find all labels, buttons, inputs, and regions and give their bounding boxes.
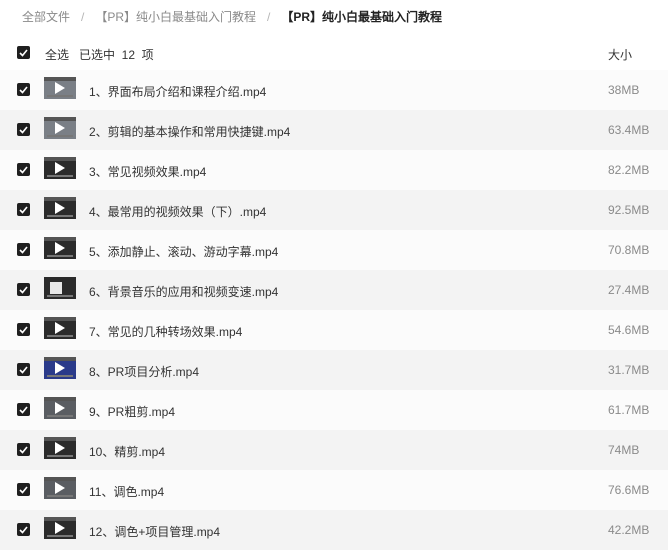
file-row[interactable]: 4、最常用的视频效果（下）.mp4 92.5MB: [0, 190, 668, 230]
file-size: 27.4MB: [608, 283, 650, 297]
row-checkbox[interactable]: [17, 363, 30, 376]
file-row[interactable]: 1、界面布局介绍和课程介绍.mp4 38MB: [0, 70, 668, 110]
checkmark-icon: [19, 405, 28, 414]
row-checkbox[interactable]: [17, 243, 30, 256]
video-thumbnail-icon: [44, 117, 76, 139]
checkmark-icon: [19, 165, 28, 174]
checkmark-icon: [19, 245, 28, 254]
file-row[interactable]: 3、常见视频效果.mp4 82.2MB: [0, 150, 668, 190]
breadcrumb-item-current-folder: 【PR】纯小白最基础入门教程: [281, 10, 443, 24]
video-thumbnail-icon: [44, 397, 76, 419]
file-row[interactable]: 10、精剪.mp4 74MB: [0, 430, 668, 470]
file-size: 38MB: [608, 83, 640, 97]
file-name[interactable]: 8、PR项目分析.mp4: [89, 363, 199, 380]
select-all-checkbox[interactable]: [17, 46, 30, 59]
checkmark-icon: [19, 445, 28, 454]
file-size: 70.8MB: [608, 243, 650, 257]
row-checkbox[interactable]: [17, 403, 30, 416]
video-thumbnail-icon: [44, 517, 76, 539]
file-name[interactable]: 2、剪辑的基本操作和常用快捷键.mp4: [89, 123, 290, 140]
file-size: 42.2MB: [608, 523, 650, 537]
file-size: 54.6MB: [608, 323, 650, 337]
file-name[interactable]: 10、精剪.mp4: [89, 443, 165, 460]
row-checkbox[interactable]: [17, 483, 30, 496]
file-name[interactable]: 4、最常用的视频效果（下）.mp4: [89, 203, 266, 220]
video-thumbnail-icon: [44, 157, 76, 179]
breadcrumb-item-all-files[interactable]: 全部文件: [22, 8, 70, 25]
select-all-label[interactable]: 全选: [45, 46, 69, 63]
file-size: 31.7MB: [608, 363, 650, 377]
file-row[interactable]: 8、PR项目分析.mp4 31.7MB: [0, 350, 668, 390]
row-checkbox[interactable]: [17, 163, 30, 176]
file-row[interactable]: 9、PR粗剪.mp4 61.7MB: [0, 390, 668, 430]
checkmark-icon: [19, 85, 28, 94]
file-row[interactable]: 2、剪辑的基本操作和常用快捷键.mp4 63.4MB: [0, 110, 668, 150]
file-row[interactable]: 12、调色+项目管理.mp4 42.2MB: [0, 510, 668, 550]
breadcrumb-separator: /: [81, 9, 85, 24]
file-name[interactable]: 1、界面布局介绍和课程介绍.mp4: [89, 83, 266, 100]
row-checkbox[interactable]: [17, 283, 30, 296]
file-name[interactable]: 6、背景音乐的应用和视频变速.mp4: [89, 283, 278, 300]
file-size: 92.5MB: [608, 203, 650, 217]
file-list: 1、界面布局介绍和课程介绍.mp4 38MB 2、剪辑的基本操作和常用快捷键.m…: [0, 70, 668, 550]
checkmark-icon: [19, 485, 28, 494]
breadcrumb-item-parent-folder[interactable]: 【PR】纯小白最基础入门教程: [95, 8, 256, 25]
row-checkbox[interactable]: [17, 443, 30, 456]
breadcrumb-separator: /: [267, 9, 271, 24]
row-checkbox[interactable]: [17, 123, 30, 136]
file-name[interactable]: 12、调色+项目管理.mp4: [89, 523, 220, 540]
checkmark-icon: [19, 525, 28, 534]
video-thumbnail-icon: [44, 437, 76, 459]
file-row[interactable]: 5、添加静止、滚动、游动字幕.mp4 70.8MB: [0, 230, 668, 270]
file-list-header: 全选 已选中 12 项 大小: [0, 34, 668, 70]
checkmark-icon: [19, 365, 28, 374]
checkmark-icon: [19, 48, 28, 57]
file-name[interactable]: 9、PR粗剪.mp4: [89, 403, 175, 420]
file-name[interactable]: 5、添加静止、滚动、游动字幕.mp4: [89, 243, 278, 260]
video-thumbnail-icon: [44, 277, 76, 299]
file-size: 82.2MB: [608, 163, 650, 177]
file-row[interactable]: 11、调色.mp4 76.6MB: [0, 470, 668, 510]
file-row[interactable]: 6、背景音乐的应用和视频变速.mp4 27.4MB: [0, 270, 668, 310]
size-column-header[interactable]: 大小: [608, 46, 632, 63]
video-thumbnail-icon: [44, 357, 76, 379]
file-size: 61.7MB: [608, 403, 650, 417]
video-thumbnail-icon: [44, 77, 76, 99]
row-checkbox[interactable]: [17, 323, 30, 336]
checkmark-icon: [19, 325, 28, 334]
checkmark-icon: [19, 205, 28, 214]
file-size: 74MB: [608, 443, 640, 457]
video-thumbnail-icon: [44, 317, 76, 339]
file-size: 63.4MB: [608, 123, 650, 137]
video-thumbnail-icon: [44, 237, 76, 259]
checkmark-icon: [19, 285, 28, 294]
file-row[interactable]: 7、常见的几种转场效果.mp4 54.6MB: [0, 310, 668, 350]
file-name[interactable]: 7、常见的几种转场效果.mp4: [89, 323, 242, 340]
checkmark-icon: [19, 125, 28, 134]
selected-count-label: 已选中 12 项: [79, 48, 154, 62]
video-thumbnail-icon: [44, 197, 76, 219]
video-thumbnail-icon: [44, 477, 76, 499]
breadcrumb: 全部文件 / 【PR】纯小白最基础入门教程 / 【PR】纯小白最基础入门教程: [0, 0, 668, 33]
file-size: 76.6MB: [608, 483, 650, 497]
row-checkbox[interactable]: [17, 523, 30, 536]
file-name[interactable]: 3、常见视频效果.mp4: [89, 163, 206, 180]
file-name[interactable]: 11、调色.mp4: [89, 483, 164, 500]
row-checkbox[interactable]: [17, 83, 30, 96]
row-checkbox[interactable]: [17, 203, 30, 216]
